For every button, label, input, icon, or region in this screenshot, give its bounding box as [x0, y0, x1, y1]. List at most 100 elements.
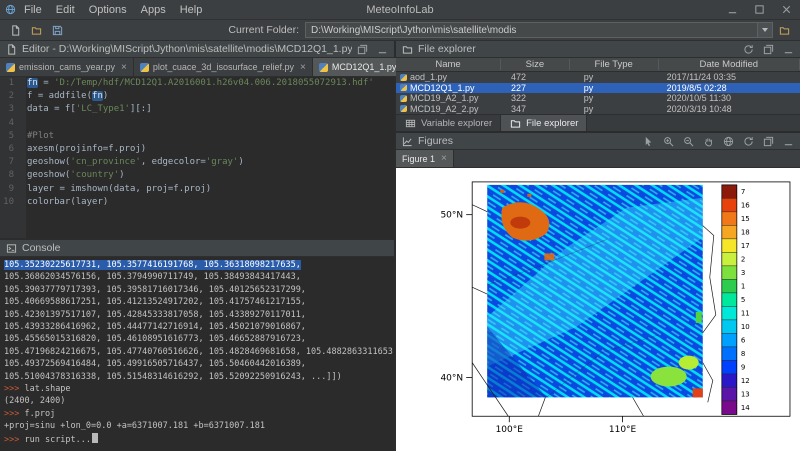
close-button[interactable]: [773, 0, 800, 20]
refresh-icon: [742, 43, 755, 56]
editor-actions: [356, 43, 389, 56]
globe-icon: [4, 3, 17, 16]
editor-panel-header: Editor - D:\Working\MIScript\Jython\mis\…: [0, 41, 394, 58]
maximize-button[interactable]: [746, 0, 773, 20]
combo-dropdown-button[interactable]: [757, 23, 772, 37]
toolbar-buttons: [5, 21, 68, 39]
console-line: 105.43933286416962, 105.44477142716914, …: [4, 321, 394, 333]
svg-text:5: 5: [741, 296, 745, 304]
explorer-bottom-tabs: Variable explorerFile explorer: [396, 114, 800, 131]
save-button[interactable]: [47, 21, 68, 39]
console-line: >>> f.proj: [4, 408, 394, 420]
current-folder-value: D:\Working\MIScript\Jython\mis\satellite…: [311, 25, 516, 36]
python-file-icon: [400, 84, 407, 91]
menu-file[interactable]: File: [17, 4, 49, 16]
console-line: 105.35230225617731, 105.3577416191768, 1…: [4, 259, 394, 271]
console-line: 105.40669588617251, 105.41213524917202, …: [4, 296, 394, 308]
column-name[interactable]: Name: [396, 59, 501, 70]
column-date-modified[interactable]: Date Modified: [659, 59, 800, 70]
editor-tab[interactable]: plot_cuace_3d_isosurface_relief.py×: [134, 58, 313, 76]
figure-canvas[interactable]: 50°N40°N100°E110°E 716151817231511106891…: [396, 168, 800, 451]
minimize-button[interactable]: [376, 43, 389, 56]
current-folder-combobox[interactable]: D:\Working\MIScript\Jython\mis\satellite…: [305, 22, 773, 38]
full-extent-button[interactable]: [722, 135, 735, 148]
python-file-icon: [6, 63, 15, 72]
minimize-icon: [726, 3, 739, 16]
figures-panel-title: Figures: [418, 135, 453, 147]
float-button[interactable]: [356, 43, 369, 56]
file-table-header[interactable]: Name Size File Type Date Modified: [396, 58, 800, 72]
refresh-icon: [742, 135, 755, 148]
refresh-button[interactable]: [742, 43, 755, 56]
open-folder-icon: [30, 24, 43, 37]
variable-grid-icon: [404, 117, 417, 130]
file-row[interactable]: MCD12Q1_1.py227py2019/8/5 02:28: [396, 83, 800, 94]
save-icon: [51, 24, 64, 37]
minimize-button[interactable]: [782, 43, 795, 56]
file-explorer-title: File explorer: [418, 43, 476, 55]
svg-text:40°N: 40°N: [440, 374, 463, 384]
editor-tab[interactable]: emission_cams_year.py×: [0, 58, 134, 76]
svg-text:17: 17: [741, 242, 750, 250]
tab-file-explorer[interactable]: File explorer: [501, 115, 587, 131]
python-file-icon: [400, 95, 407, 102]
close-tab-icon[interactable]: ×: [119, 62, 127, 73]
svg-text:50°N: 50°N: [440, 211, 463, 221]
menu-options[interactable]: Options: [82, 4, 134, 16]
console-output[interactable]: 105.35230225617731, 105.3577416191768, 1…: [0, 257, 394, 451]
minimize-button[interactable]: [719, 0, 746, 20]
float-button[interactable]: [762, 43, 775, 56]
code-line: 5#Plot: [0, 130, 394, 143]
refresh-button[interactable]: [742, 135, 755, 148]
svg-text:3: 3: [741, 269, 745, 277]
code-line: 1fn = 'D:/Temp/hdf/MCD12Q1.A2016001.h26v…: [0, 77, 394, 90]
editor-file-icon: [5, 43, 18, 56]
column-file-type[interactable]: File Type: [570, 59, 659, 70]
file-row[interactable]: MCD19_A2_2.py347py2020/3/19 10:48: [396, 104, 800, 115]
tab-variable-explorer[interactable]: Variable explorer: [396, 115, 501, 131]
minimize-button[interactable]: [782, 135, 795, 148]
chevron-down-icon: [762, 28, 768, 32]
close-icon: [780, 3, 793, 16]
figure-tab[interactable]: Figure 1×: [396, 150, 454, 167]
menu-apps[interactable]: Apps: [134, 4, 173, 16]
python-file-icon: [140, 63, 149, 72]
svg-text:10: 10: [741, 323, 750, 331]
browse-folder-button[interactable]: [773, 21, 795, 39]
svg-text:2: 2: [741, 256, 745, 264]
close-tab-icon[interactable]: ×: [298, 62, 306, 73]
pan-button[interactable]: [702, 135, 715, 148]
map-figure[interactable]: 50°N40°N100°E110°E 716151817231511106891…: [396, 168, 800, 451]
zoom-out-button[interactable]: [682, 135, 695, 148]
folder-icon: [509, 117, 522, 130]
svg-text:11: 11: [741, 310, 750, 318]
close-tab-icon[interactable]: ×: [439, 153, 447, 164]
zoom-out-icon: [682, 135, 695, 148]
select-button[interactable]: [642, 135, 655, 148]
python-file-icon: [400, 105, 407, 112]
column-size[interactable]: Size: [501, 59, 570, 70]
menu-bar: MeteoInfoLab FileEditOptionsAppsHelp: [0, 0, 800, 20]
maximize-icon: [753, 3, 766, 16]
file-row[interactable]: MCD19_A2_1.py322py2020/10/5 11:30: [396, 93, 800, 104]
file-row[interactable]: aod_1.py472py2017/11/24 03:35: [396, 72, 800, 83]
menu-edit[interactable]: Edit: [49, 4, 82, 16]
colorbar: 71615181723151110689121314: [722, 185, 751, 415]
figures-panel-header: Figures: [396, 133, 800, 150]
meteoinfolab-window: MeteoInfoLab FileEditOptionsAppsHelp Cur…: [0, 0, 800, 451]
menu-help[interactable]: Help: [173, 4, 210, 16]
open-folder-button[interactable]: [26, 21, 47, 39]
console-panel-title: Console: [22, 242, 61, 254]
console-icon: [5, 242, 18, 255]
zoom-in-icon: [662, 135, 675, 148]
float-button[interactable]: [762, 135, 775, 148]
file-explorer-panel: File explorer Name Size File Type Date M…: [396, 41, 800, 133]
zoom-in-button[interactable]: [662, 135, 675, 148]
console-line: 105.39037779717393, 105.39581716017346, …: [4, 284, 394, 296]
svg-text:15: 15: [741, 215, 750, 223]
code-editor[interactable]: 1fn = 'D:/Temp/hdf/MCD12Q1.A2016001.h26v…: [0, 77, 394, 238]
new-file-button[interactable]: [5, 21, 26, 39]
current-folder-label: Current Folder:: [228, 24, 305, 36]
svg-text:9: 9: [741, 364, 745, 372]
float-icon: [762, 43, 775, 56]
